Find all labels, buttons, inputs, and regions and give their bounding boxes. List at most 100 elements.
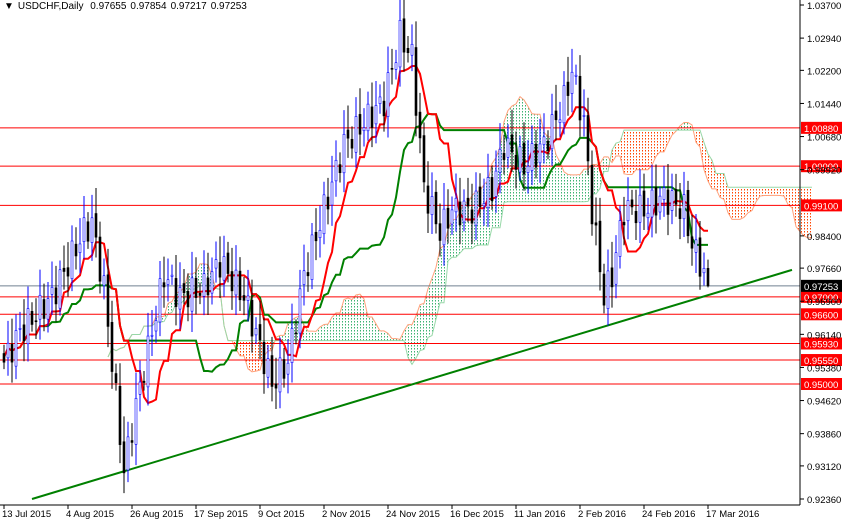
candle-body [150, 334, 154, 337]
candle-body [418, 111, 422, 139]
kumo-cloud-segment [720, 173, 724, 200]
candle-body [366, 103, 370, 132]
candle-body [402, 18, 406, 53]
price-level-label: 0.99100 [804, 201, 838, 212]
price-tick-label: 0.98400 [807, 232, 841, 243]
candle-body [670, 190, 674, 211]
candle-body [106, 274, 110, 327]
price-tick-label: 1.02940 [807, 34, 841, 45]
candle-body [270, 355, 274, 387]
candle-body [222, 256, 226, 281]
kumo-cloud-segment [500, 121, 504, 228]
candle-body [94, 213, 98, 238]
candle-body [522, 142, 526, 175]
candle-body [626, 200, 630, 222]
candle-body [206, 277, 210, 296]
candle-body [586, 115, 590, 162]
candle-body [502, 152, 506, 160]
candle-body [542, 136, 546, 145]
price-tick-label: 0.96900 [807, 297, 841, 308]
candle-body [702, 268, 706, 274]
kumo-cloud-segment [796, 187, 800, 232]
kumo-cloud-segment [348, 298, 352, 341]
kumo-cloud-segment [364, 298, 368, 341]
candle-body [130, 440, 134, 443]
candle-body [74, 243, 78, 257]
low-value: 0.97217 [170, 1, 207, 12]
candle-body [678, 208, 682, 219]
kumo-cloud-segment [368, 317, 372, 341]
candle-body [26, 308, 30, 345]
price-tick-label: 1.00680 [807, 133, 841, 144]
candle-body [126, 436, 130, 471]
price-level-label: 0.95000 [804, 380, 838, 391]
candle-body [386, 72, 390, 117]
candle-body [414, 47, 418, 116]
candle-body [230, 271, 234, 292]
candle-body [342, 134, 346, 174]
price-tick-label: 1.02200 [807, 66, 841, 77]
price-chart[interactable]: 1.008801.000000.991000.970000.966000.959… [0, 0, 842, 520]
candle-body [282, 359, 286, 379]
kumo-cloud-segment [616, 141, 620, 156]
candle-body [6, 342, 10, 359]
chart-title: ▼ USDCHF,Daily 0.97655 0.97854 0.97217 0.972… [4, 1, 251, 12]
candle-body [86, 221, 90, 242]
candle-body [558, 119, 562, 123]
candle-body [174, 278, 178, 307]
time-tick-label: 2 Feb 2016 [578, 509, 626, 520]
kumo-cloud-segment [440, 245, 444, 303]
kumo-cloud-segment [712, 160, 716, 189]
candle-body [694, 239, 698, 253]
kumo-cloud-segment [312, 331, 316, 341]
kumo-cloud-segment [240, 340, 244, 356]
candle-body [134, 398, 138, 445]
time-tick-label: 26 Aug 2015 [130, 509, 183, 520]
kumo-cloud-segment [564, 171, 568, 202]
candle-body [442, 208, 446, 246]
candle-body [246, 295, 250, 301]
candle-body [110, 322, 114, 372]
candle-body [602, 273, 606, 306]
candle-body [470, 209, 474, 224]
candle-body [202, 273, 206, 297]
candle-body [38, 294, 42, 320]
candle-body [138, 381, 142, 395]
kumo-cloud-segment [776, 187, 780, 196]
time-tick-label: 16 Dec 2015 [450, 509, 504, 520]
kumo-cloud-segment [628, 130, 632, 175]
candle-body [54, 287, 58, 305]
candle-body [82, 217, 86, 242]
time-tick-label: 2 Nov 2015 [322, 509, 371, 520]
candle-body [690, 236, 694, 249]
candle-body [210, 271, 214, 294]
candle-body [390, 68, 394, 70]
candle-body [338, 164, 342, 174]
candle-body [330, 181, 334, 206]
candle-body [630, 199, 634, 208]
kumo-cloud-segment [256, 340, 260, 372]
close-value: 0.97253 [210, 1, 247, 12]
candle-body [642, 190, 646, 217]
candle-body [494, 170, 498, 197]
candle-body [58, 269, 62, 309]
candle-body [506, 137, 510, 158]
candle-body [370, 106, 374, 128]
candle-body [18, 328, 22, 330]
candle-body [262, 341, 266, 375]
candle-body [274, 383, 278, 389]
candle-body [238, 270, 242, 301]
kumo-cloud-segment [584, 169, 588, 202]
open-value: 0.97655 [90, 1, 127, 12]
kumo-cloud-segment [732, 187, 736, 220]
chart-window: ▼ USDCHF,Daily 0.97655 0.97854 0.97217 0.972… [0, 0, 842, 520]
candle-body [706, 268, 710, 287]
candle-body [302, 270, 306, 285]
candle-body [578, 75, 582, 121]
kumo-cloud-segment [352, 295, 356, 341]
candle-body [518, 146, 522, 173]
candle-body [606, 270, 610, 309]
dropdown-arrow-icon[interactable]: ▼ [4, 1, 14, 12]
candle-body [30, 311, 34, 325]
price-tick-label: 0.97660 [807, 264, 841, 275]
